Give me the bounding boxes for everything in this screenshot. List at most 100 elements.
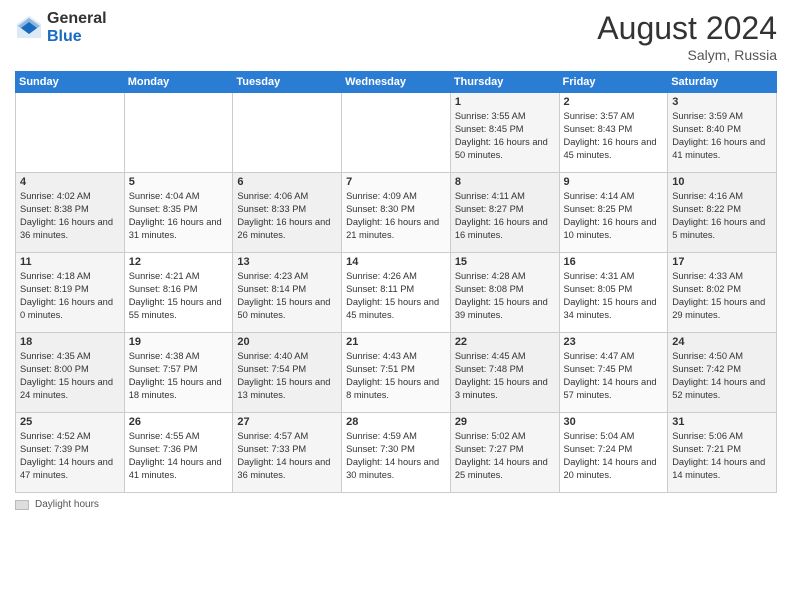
- day-number: 7: [346, 176, 446, 188]
- day-info-line: Sunset: 7:39 PM: [20, 443, 120, 456]
- day-info-line: Sunrise: 5:04 AM: [564, 430, 664, 443]
- week-row-0: 1Sunrise: 3:55 AMSunset: 8:45 PMDaylight…: [16, 93, 777, 173]
- day-info-line: Sunrise: 4:57 AM: [237, 430, 337, 443]
- day-info: Sunrise: 4:35 AMSunset: 8:00 PMDaylight:…: [20, 350, 120, 402]
- day-info-line: Daylight: 14 hours and 36 minutes.: [237, 456, 337, 482]
- day-info-line: Daylight: 16 hours and 36 minutes.: [20, 216, 120, 242]
- day-info-line: Daylight: 15 hours and 50 minutes.: [237, 296, 337, 322]
- day-info: Sunrise: 4:43 AMSunset: 7:51 PMDaylight:…: [346, 350, 446, 402]
- day-cell: 22 Sunrise: 4:45 AMSunset: 7:48 PMDayligh…: [450, 333, 559, 413]
- day-info-line: Sunset: 8:11 PM: [346, 283, 446, 296]
- day-cell: 24 Sunrise: 4:50 AMSunset: 7:42 PMDayligh…: [668, 333, 777, 413]
- day-info-line: Sunrise: 4:11 AM: [455, 190, 555, 203]
- day-info-line: Sunset: 8:00 PM: [20, 363, 120, 376]
- day-info-line: Daylight: 14 hours and 25 minutes.: [455, 456, 555, 482]
- logo-general: General: [47, 10, 107, 28]
- day-number: 14: [346, 256, 446, 268]
- day-info-line: Sunrise: 4:45 AM: [455, 350, 555, 363]
- day-info-line: Sunrise: 4:40 AM: [237, 350, 337, 363]
- day-info: Sunrise: 4:59 AMSunset: 7:30 PMDaylight:…: [346, 430, 446, 482]
- day-info-line: Sunset: 8:33 PM: [237, 203, 337, 216]
- day-number: 18: [20, 336, 120, 348]
- day-info-line: Daylight: 15 hours and 24 minutes.: [20, 376, 120, 402]
- day-info-line: Daylight: 16 hours and 26 minutes.: [237, 216, 337, 242]
- day-info: Sunrise: 3:57 AMSunset: 8:43 PMDaylight:…: [564, 110, 664, 162]
- day-info: Sunrise: 4:21 AMSunset: 8:16 PMDaylight:…: [129, 270, 229, 322]
- day-cell: 21 Sunrise: 4:43 AMSunset: 7:51 PMDayligh…: [342, 333, 451, 413]
- day-number: 9: [564, 176, 664, 188]
- day-number: 21: [346, 336, 446, 348]
- day-cell: 10Sunrise: 4:16 AMSunset: 8:22 PMDayligh…: [668, 173, 777, 253]
- header: General Blue August 2024 Salym, Russia: [15, 10, 777, 63]
- day-info: Sunrise: 4:45 AMSunset: 7:48 PMDaylight:…: [455, 350, 555, 402]
- day-cell: [16, 93, 125, 173]
- day-cell: 23Sunrise: 4:47 AMSunset: 7:45 PMDayligh…: [559, 333, 668, 413]
- day-info-line: Sunrise: 4:21 AM: [129, 270, 229, 283]
- logo-icon: [15, 14, 43, 42]
- day-info-line: Daylight: 14 hours and 57 minutes.: [564, 376, 664, 402]
- day-info-line: Daylight: 15 hours and 29 minutes.: [672, 296, 772, 322]
- day-info-line: Sunset: 7:45 PM: [564, 363, 664, 376]
- day-info-line: Sunset: 7:27 PM: [455, 443, 555, 456]
- col-thursday: Thursday: [450, 72, 559, 93]
- day-number: 24: [672, 336, 772, 348]
- day-info: Sunrise: 4:55 AMSunset: 7:36 PMDaylight:…: [129, 430, 229, 482]
- day-info: Sunrise: 4:52 AMSunset: 7:39 PMDaylight:…: [20, 430, 120, 482]
- day-cell: 4Sunrise: 4:02 AMSunset: 8:38 PMDaylight…: [16, 173, 125, 253]
- logo-text: General Blue: [47, 10, 107, 45]
- day-cell: 20Sunrise: 4:40 AMSunset: 7:54 PMDayligh…: [233, 333, 342, 413]
- day-number: 31: [672, 416, 772, 428]
- week-row-1: 4Sunrise: 4:02 AMSunset: 8:38 PMDaylight…: [16, 173, 777, 253]
- day-info-line: Daylight: 14 hours and 47 minutes.: [20, 456, 120, 482]
- day-info-line: Daylight: 15 hours and 13 minutes.: [237, 376, 337, 402]
- day-info: Sunrise: 5:06 AMSunset: 7:21 PMDaylight:…: [672, 430, 772, 482]
- day-info-line: Sunset: 7:48 PM: [455, 363, 555, 376]
- day-info-line: Sunset: 8:25 PM: [564, 203, 664, 216]
- day-info-line: Sunrise: 4:59 AM: [346, 430, 446, 443]
- day-info-line: Sunset: 8:43 PM: [564, 123, 664, 136]
- day-info-line: Sunrise: 4:26 AM: [346, 270, 446, 283]
- day-cell: 6Sunrise: 4:06 AMSunset: 8:33 PMDaylight…: [233, 173, 342, 253]
- day-info-line: Sunrise: 3:57 AM: [564, 110, 664, 123]
- day-number: 15: [455, 256, 555, 268]
- day-cell: 3 Sunrise: 3:59 AMSunset: 8:40 PMDaylight…: [668, 93, 777, 173]
- day-info-line: Sunrise: 4:33 AM: [672, 270, 772, 283]
- day-info-line: Sunset: 7:42 PM: [672, 363, 772, 376]
- day-info-line: Daylight: 14 hours and 52 minutes.: [672, 376, 772, 402]
- day-info-line: Sunrise: 5:06 AM: [672, 430, 772, 443]
- day-info-line: Sunset: 8:14 PM: [237, 283, 337, 296]
- day-info: Sunrise: 4:04 AMSunset: 8:35 PMDaylight:…: [129, 190, 229, 242]
- day-info-line: Sunset: 7:57 PM: [129, 363, 229, 376]
- day-info-line: Sunrise: 4:16 AM: [672, 190, 772, 203]
- day-info: Sunrise: 4:33 AMSunset: 8:02 PMDaylight:…: [672, 270, 772, 322]
- day-info-line: Daylight: 16 hours and 21 minutes.: [346, 216, 446, 242]
- day-cell: 29Sunrise: 5:02 AMSunset: 7:27 PMDayligh…: [450, 413, 559, 493]
- day-info-line: Sunset: 8:27 PM: [455, 203, 555, 216]
- day-number: 27: [237, 416, 337, 428]
- day-number: 3: [672, 96, 772, 108]
- day-info: Sunrise: 3:59 AMSunset: 8:40 PMDaylight:…: [672, 110, 772, 162]
- day-info-line: Daylight: 15 hours and 8 minutes.: [346, 376, 446, 402]
- day-cell: 15 Sunrise: 4:28 AMSunset: 8:08 PMDayligh…: [450, 253, 559, 333]
- day-cell: 2Sunrise: 3:57 AMSunset: 8:43 PMDaylight…: [559, 93, 668, 173]
- day-info-line: Daylight: 16 hours and 10 minutes.: [564, 216, 664, 242]
- day-cell: 31 Sunrise: 5:06 AMSunset: 7:21 PMDayligh…: [668, 413, 777, 493]
- day-info-line: Sunset: 7:51 PM: [346, 363, 446, 376]
- day-info-line: Sunset: 7:21 PM: [672, 443, 772, 456]
- day-info-line: Sunrise: 3:59 AM: [672, 110, 772, 123]
- day-info-line: Sunset: 7:33 PM: [237, 443, 337, 456]
- day-info: Sunrise: 4:50 AMSunset: 7:42 PMDaylight:…: [672, 350, 772, 402]
- day-number: 29: [455, 416, 555, 428]
- day-info: Sunrise: 4:28 AMSunset: 8:08 PMDaylight:…: [455, 270, 555, 322]
- day-number: 6: [237, 176, 337, 188]
- day-number: 12: [129, 256, 229, 268]
- calendar-table: Sunday Monday Tuesday Wednesday Thursday…: [15, 71, 777, 493]
- day-info-line: Daylight: 15 hours and 45 minutes.: [346, 296, 446, 322]
- day-number: 22: [455, 336, 555, 348]
- day-cell: 26Sunrise: 4:55 AMSunset: 7:36 PMDayligh…: [124, 413, 233, 493]
- day-info: Sunrise: 3:55 AMSunset: 8:45 PMDaylight:…: [455, 110, 555, 162]
- legend: Daylight hours: [15, 499, 777, 510]
- logo: General Blue: [15, 10, 107, 45]
- day-cell: 9Sunrise: 4:14 AMSunset: 8:25 PMDaylight…: [559, 173, 668, 253]
- day-info: Sunrise: 4:11 AMSunset: 8:27 PMDaylight:…: [455, 190, 555, 242]
